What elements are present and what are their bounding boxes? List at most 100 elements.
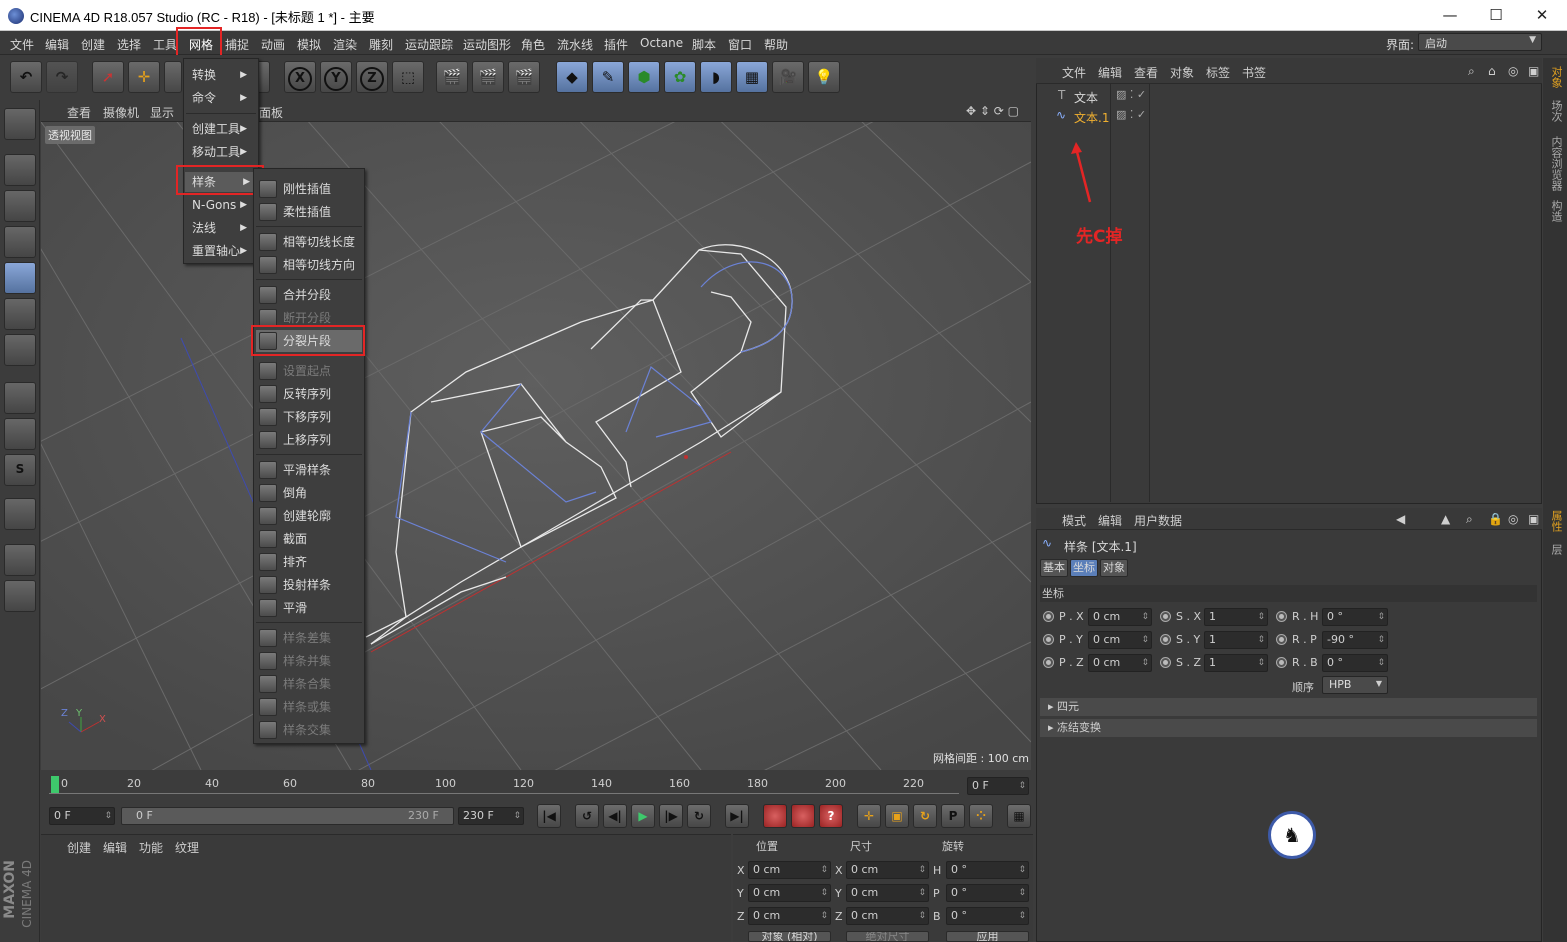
mat-menu-texture[interactable]: 纹理 — [175, 839, 199, 856]
coord-size-y[interactable]: 0 cm — [846, 884, 929, 902]
start-frame-field[interactable]: 0 F — [49, 807, 115, 825]
om-menu-file[interactable]: 文件 — [1062, 64, 1086, 81]
spline-subtract[interactable]: 样条差集 — [256, 627, 362, 649]
points-mode-icon[interactable] — [4, 262, 36, 294]
spline-reverse-sequence[interactable]: 反转序列 — [256, 383, 362, 405]
mat-menu-edit[interactable]: 编辑 — [103, 839, 127, 856]
viewport-menu-display[interactable]: 显示 — [150, 104, 174, 121]
render-view-icon[interactable]: 🎬 — [436, 61, 468, 93]
field-pz[interactable]: 0 cm — [1088, 654, 1152, 672]
om-menu-bookmarks[interactable]: 书签 — [1242, 64, 1266, 81]
record-keys-icon[interactable] — [763, 804, 787, 828]
order-select[interactable]: HPB ▼ — [1322, 676, 1388, 694]
end-frame-field[interactable]: 230 F — [458, 807, 524, 825]
mesh-menu-commands[interactable]: 命令 ▶ — [192, 88, 254, 108]
radio-pz[interactable] — [1043, 657, 1054, 668]
spline-create-outline[interactable]: 创建轮廓 — [256, 505, 362, 527]
cube-primitive-icon[interactable]: ◆ — [556, 61, 588, 93]
tab-layers[interactable]: 层 — [1548, 544, 1564, 555]
radio-rb[interactable] — [1276, 657, 1287, 668]
menu-tools[interactable]: 工具 — [153, 36, 177, 53]
polygons-mode-icon[interactable] — [4, 334, 36, 366]
field-rh[interactable]: 0 ° — [1322, 608, 1388, 626]
z-axis-lock-button[interactable]: Z — [356, 61, 388, 93]
mat-menu-create[interactable]: 创建 — [67, 839, 91, 856]
radio-sz[interactable] — [1160, 657, 1171, 668]
spline-and[interactable]: 样条合集 — [256, 673, 362, 695]
menu-motion-tracking[interactable]: 运动跟踪 — [405, 36, 453, 53]
layout-select[interactable]: 启动 ▼ — [1418, 33, 1542, 51]
coord-pos-y[interactable]: 0 cm — [748, 884, 831, 902]
home-icon[interactable]: ⌂ — [1488, 64, 1496, 78]
current-frame-field[interactable]: 0 F — [967, 777, 1029, 795]
tab-takes[interactable]: 场次 — [1548, 100, 1564, 122]
mesh-menu-convert[interactable]: 转换 ▶ — [192, 65, 254, 85]
visibility-dots-icon[interactable]: ▨ ⁚ ✓ — [1116, 108, 1146, 121]
viewport-menu-panel[interactable]: 面板 — [259, 104, 283, 121]
edges-mode-icon[interactable] — [4, 298, 36, 330]
radio-sy[interactable] — [1160, 634, 1171, 645]
key-position-icon[interactable]: ✛ — [857, 804, 881, 828]
close-button[interactable]: ✕ — [1519, 0, 1565, 31]
coordinate-system-icon[interactable]: ⬚ — [392, 61, 424, 93]
eye-icon[interactable]: ◎ — [1508, 64, 1518, 78]
next-key-icon[interactable]: ↻ — [687, 804, 711, 828]
lock-icon[interactable]: 🔒 — [1488, 512, 1503, 526]
om-menu-tags[interactable]: 标签 — [1206, 64, 1230, 81]
new-panel-icon[interactable]: ▣ — [1528, 512, 1539, 526]
tab-basic[interactable]: 基本 — [1040, 559, 1068, 577]
spline-join-segment[interactable]: 合并分段 — [256, 284, 362, 306]
freeze-transform-section[interactable]: ▸ 冻结变换 — [1040, 719, 1537, 737]
coord-rot-h[interactable]: 0 ° — [946, 861, 1029, 879]
object-row-text[interactable]: T 文本 ▨ ⁚ ✓ — [1040, 88, 1540, 106]
spline-smooth-spline[interactable]: 平滑样条 — [256, 459, 362, 481]
prev-frame-icon[interactable]: ◀| — [603, 804, 627, 828]
up-arrow-icon[interactable]: ▲ — [1441, 512, 1450, 526]
menu-pipeline[interactable]: 流水线 — [557, 36, 593, 53]
menu-mograph[interactable]: 运动图形 — [463, 36, 511, 53]
cloner-icon[interactable]: ✿ — [664, 61, 696, 93]
spline-cross-section[interactable]: 截面 — [256, 528, 362, 550]
target-icon[interactable]: ◎ — [1508, 512, 1518, 526]
am-menu-mode[interactable]: 模式 — [1062, 512, 1086, 529]
prev-key-icon[interactable]: ↺ — [575, 804, 599, 828]
spline-project-spline[interactable]: 投射样条 — [256, 574, 362, 596]
coord-rot-p[interactable]: 0 ° — [946, 884, 1029, 902]
floor-icon[interactable]: ▦ — [736, 61, 768, 93]
grid-snap-icon[interactable] — [4, 580, 36, 612]
object-row-text1[interactable]: ∿ 文本.1 ▨ ⁚ ✓ — [1040, 108, 1540, 126]
menu-character[interactable]: 角色 — [521, 36, 545, 53]
coord-size-x[interactable]: 0 cm — [846, 861, 929, 879]
mesh-menu-move-tools[interactable]: 移动工具 ▶ — [192, 142, 254, 162]
back-arrow-icon[interactable]: ◀ — [1396, 512, 1405, 526]
am-menu-edit[interactable]: 编辑 — [1098, 512, 1122, 529]
mesh-menu-ngons[interactable]: N-Gons ▶ — [192, 195, 254, 215]
tab-coord[interactable]: 坐标 — [1070, 559, 1098, 577]
menu-help[interactable]: 帮助 — [764, 36, 788, 53]
move-icon[interactable]: ✛ — [128, 61, 160, 93]
key-rotation-icon[interactable]: ↻ — [913, 804, 937, 828]
spline-or[interactable]: 样条或集 — [256, 696, 362, 718]
menu-file[interactable]: 文件 — [10, 36, 34, 53]
spline-smooth[interactable]: 平滑 — [256, 597, 362, 619]
tab-object[interactable]: 对象 — [1100, 559, 1128, 577]
deformer-icon[interactable]: ◗ — [700, 61, 732, 93]
quaternion-section[interactable]: ▸ 四元 — [1040, 698, 1537, 716]
menu-simulate[interactable]: 模拟 — [297, 36, 321, 53]
spline-move-down-sequence[interactable]: 下移序列 — [256, 406, 362, 428]
spline-set-first-point[interactable]: 设置起点 — [256, 360, 362, 382]
menu-select[interactable]: 选择 — [117, 36, 141, 53]
select-arrow-icon[interactable]: ➚ — [92, 61, 124, 93]
spline-soft-interpolation[interactable]: 柔性插值 — [256, 201, 362, 223]
go-to-end-icon[interactable]: ▶| — [725, 804, 749, 828]
viewport-menu-view[interactable]: 查看 — [67, 104, 91, 121]
mesh-menu-normals[interactable]: 法线 ▶ — [192, 218, 254, 238]
field-rb[interactable]: 0 ° — [1322, 654, 1388, 672]
radio-px[interactable] — [1043, 611, 1054, 622]
size-mode-select[interactable]: 绝对尺寸 — [846, 931, 929, 942]
spline-union[interactable]: 样条并集 — [256, 650, 362, 672]
light-icon[interactable]: 💡 — [808, 61, 840, 93]
view-label[interactable]: 透视视图 — [45, 126, 95, 144]
subdivision-icon[interactable]: ⬢ — [628, 61, 660, 93]
spline-hard-interpolation[interactable]: 刚性插值 — [256, 178, 362, 200]
